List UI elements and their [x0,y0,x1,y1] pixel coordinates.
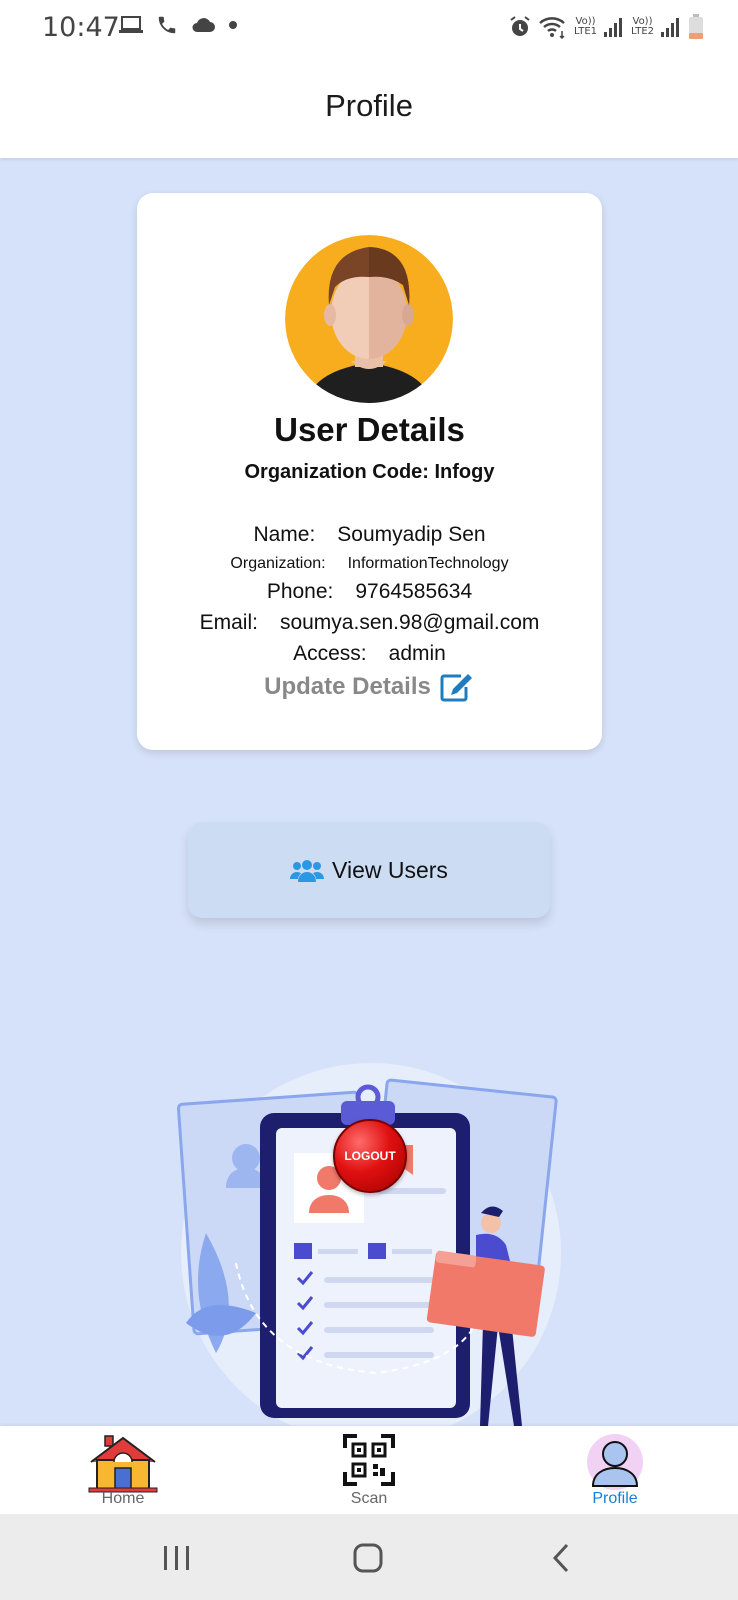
profile-content: User Details Organization Code: Infogy N… [0,158,738,1426]
organization-label: Organization: [230,555,326,572]
alarm-icon [510,16,530,36]
user-avatar-icon [285,235,453,403]
organization-code: Organization Code: Infogy [244,461,495,483]
update-details-label: Update Details [264,673,431,700]
home-nav-icon[interactable] [352,1542,384,1574]
users-icon [290,860,325,882]
email-value: soumya.sen.98@gmail.com [279,611,540,634]
qr-scan-icon [343,1434,395,1486]
nav-profile[interactable]: Profile [492,1426,738,1514]
back-icon[interactable] [550,1542,572,1574]
user-details-card: User Details Organization Code: Infogy N… [137,193,602,750]
nav-scan-label: Scan [350,1490,388,1507]
nav-home[interactable]: Home [0,1426,246,1514]
system-navigation-bar [0,1514,738,1600]
phone-row: Phone: 9764585634 [137,580,602,604]
access-row: Access: admin [137,642,602,666]
bottom-navigation: Home Scan Profile [0,1426,738,1514]
page-title: Profile [325,88,413,123]
nav-scan[interactable]: Scan [246,1426,492,1514]
phone-label: Phone: [266,580,334,603]
organization-value: InformationTechnology [347,555,509,572]
status-left-icons [118,14,238,36]
status-bar: 10:47 Vo)) LTE1 Vo)) LTE2 [0,0,738,58]
lte1-label: Vo)) LTE1 [574,16,598,37]
nav-profile-label: Profile [592,1490,638,1507]
cloud-icon [192,18,215,32]
name-label: Name: [253,523,316,546]
battery-icon [689,14,703,39]
status-right-icons: Vo)) LTE1 Vo)) LTE2 [508,14,704,40]
wifi-icon [539,17,565,39]
view-users-label: View Users [332,856,448,883]
name-value: Soumyadip Sen [337,523,486,546]
email-row: Email: soumya.sen.98@gmail.com [137,611,602,635]
organization-row: Organization: InformationTechnology [137,555,602,573]
status-time: 10:47 [42,12,120,43]
access-value: admin [388,642,446,665]
edit-icon [440,674,472,702]
home-icon [88,1435,158,1493]
recent-apps-icon[interactable] [160,1544,194,1572]
email-label: Email: [199,611,258,634]
clipboard-illustration [176,1063,561,1426]
dot-icon [229,21,237,29]
nav-home-label: Home [101,1490,145,1507]
signal-2-icon [661,18,679,37]
laptop-icon [119,16,143,33]
signal-1-icon [604,18,623,37]
name-row: Name: Soumyadip Sen [137,523,602,547]
logout-button[interactable]: LOGOUT [333,1119,407,1193]
phone-icon [158,16,176,34]
lte2-label: Vo)) LTE2 [631,16,654,37]
profile-icon [587,1434,643,1490]
phone-value: 9764585634 [355,580,473,603]
user-details-title: User Details [274,411,465,448]
update-details-button[interactable]: Update Details [137,671,602,703]
view-users-button[interactable]: View Users [188,822,550,918]
access-label: Access: [293,642,367,665]
app-bar: Profile [0,58,738,158]
